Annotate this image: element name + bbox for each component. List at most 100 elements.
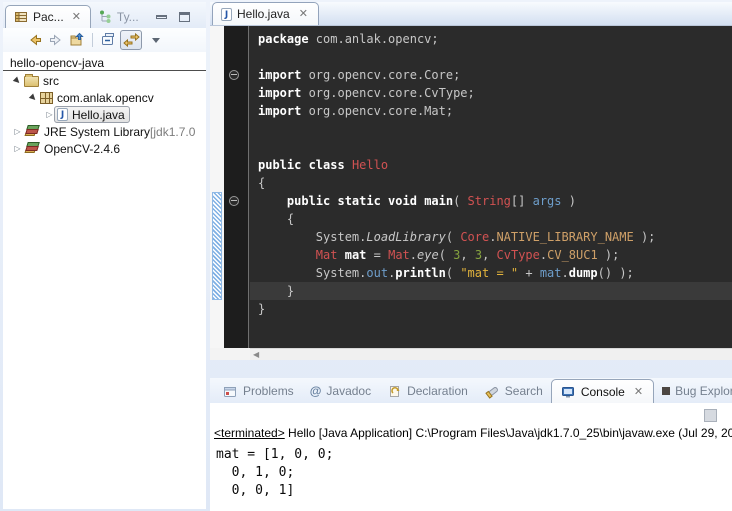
- link-with-editor-button[interactable]: [120, 30, 142, 50]
- java-file-icon: [221, 8, 232, 21]
- selected-item-highlight: Hello.java: [54, 106, 130, 123]
- code-token: 3: [475, 248, 482, 262]
- code-token: }: [258, 302, 265, 316]
- code-token: CV_8UC1: [547, 248, 598, 262]
- scrollbar-corner: [210, 348, 250, 360]
- code-token: ,: [482, 248, 496, 262]
- tab-type-hierarchy[interactable]: Ty...: [91, 5, 146, 28]
- tab-package-explorer[interactable]: Pac... ✕: [5, 5, 91, 28]
- tab-console[interactable]: Console✕: [551, 379, 654, 403]
- code-token: ): [562, 194, 576, 208]
- code-token: Mat: [316, 248, 338, 262]
- code-text[interactable]: package com.anlak.opencv; import org.open…: [250, 26, 732, 348]
- code-line[interactable]: [258, 120, 732, 138]
- tree-item-label: com.anlak.opencv: [57, 91, 154, 105]
- tab-bug-explorer[interactable]: Bug Explorer: [654, 379, 732, 403]
- tab-label: Bug Explorer: [675, 384, 732, 398]
- back-button[interactable]: [26, 31, 44, 49]
- code-token: main: [424, 194, 453, 208]
- code-line[interactable]: import org.opencv.core.CvType;: [258, 84, 732, 102]
- code-token: (: [453, 194, 467, 208]
- code-token: [258, 194, 287, 208]
- code-line[interactable]: Mat mat = Mat.eye( 3, 3, CvType.CV_8UC1 …: [258, 246, 732, 264]
- tree-item-com-anlak-opencv[interactable]: ▶com.anlak.opencv: [3, 89, 206, 106]
- code-token: "mat = ": [460, 266, 518, 280]
- code-line[interactable]: [258, 138, 732, 156]
- code-token: com.anlak.opencv;: [309, 32, 439, 46]
- editor-area: Hello.java ✕ package com.anlak.opencv; im…: [210, 2, 732, 360]
- console-header: <terminated> Hello [Java Application] C:…: [214, 426, 732, 440]
- code-editor[interactable]: package com.anlak.opencv; import org.open…: [210, 26, 732, 348]
- code-token: public class: [258, 158, 345, 172]
- code-token: (): [598, 266, 612, 280]
- code-token: .: [562, 266, 569, 280]
- code-token: Hello: [352, 158, 388, 172]
- console-output-line: 0, 0, 1]: [216, 482, 333, 500]
- fold-collapse-icon[interactable]: [229, 70, 239, 80]
- code-line-current[interactable]: }: [250, 282, 732, 300]
- tree-item-hello-java[interactable]: ▷Hello.java: [3, 106, 206, 123]
- explorer-toolbar: [3, 28, 206, 52]
- view-menu-button[interactable]: [145, 31, 163, 49]
- code-token: out: [366, 266, 388, 280]
- bottom-tabbar: Problems@JavadocDeclaration Search Console…: [210, 378, 732, 403]
- code-token: public static void: [287, 194, 417, 208]
- code-line[interactable]: [258, 48, 732, 66]
- code-line[interactable]: public static void main( String[] args ): [258, 192, 732, 210]
- collapsed-arrow-icon[interactable]: ▷: [11, 123, 24, 140]
- minimize-icon[interactable]: [156, 15, 167, 19]
- code-token: CvType: [497, 248, 540, 262]
- code-token: String: [468, 194, 511, 208]
- close-icon[interactable]: ✕: [70, 11, 83, 23]
- collapse-all-button[interactable]: [99, 31, 117, 49]
- editor-tab-hello-java[interactable]: Hello.java ✕: [212, 2, 319, 25]
- code-token: NATIVE_LIBRARY_NAME: [496, 230, 633, 244]
- code-token: (: [446, 266, 460, 280]
- back-icon: [27, 32, 43, 48]
- code-line[interactable]: import org.opencv.core.Core;: [258, 66, 732, 84]
- tab-search[interactable]: Search: [476, 379, 551, 403]
- tab-javadoc[interactable]: @Javadoc: [302, 379, 379, 403]
- code-token: mat: [540, 266, 562, 280]
- console-output-line: mat = [1, 0, 0;: [216, 446, 333, 464]
- code-line[interactable]: {: [258, 210, 732, 228]
- code-token: System.: [258, 230, 366, 244]
- editor-tab-label: Hello.java: [237, 7, 290, 21]
- tree-item-jre-system-library[interactable]: ▷JRE System Library [jdk1.7.0: [3, 123, 206, 140]
- collapsed-arrow-icon[interactable]: ▷: [11, 140, 24, 157]
- terminate-button[interactable]: [704, 409, 717, 422]
- fold-collapse-icon[interactable]: [229, 196, 239, 206]
- code-token: org.opencv.core.CvType;: [301, 86, 474, 100]
- explorer-tabbar: Pac... ✕ Ty...: [3, 2, 206, 28]
- tab-label: Search: [505, 384, 543, 398]
- up-button[interactable]: [68, 31, 86, 49]
- code-line[interactable]: public class Hello: [258, 156, 732, 174]
- tab-problems[interactable]: Problems: [214, 379, 302, 403]
- code-token: Core: [460, 230, 489, 244]
- package-icon: [40, 92, 53, 104]
- tree-item-hello-opencv-java[interactable]: hello-opencv-java: [3, 55, 206, 71]
- code-token: .: [410, 248, 417, 262]
- code-line[interactable]: System.LoadLibrary( Core.NATIVE_LIBRARY_…: [258, 228, 732, 246]
- code-token: import: [258, 68, 301, 82]
- code-line[interactable]: {: [258, 174, 732, 192]
- console-content[interactable]: <terminated> Hello [Java Application] C:…: [210, 403, 732, 511]
- tree-item-opencv-2-4-6[interactable]: ▷OpenCV-2.4.6: [3, 140, 206, 157]
- code-line[interactable]: System.out.println( "mat = " + mat.dump(…: [258, 264, 732, 282]
- code-line[interactable]: import org.opencv.core.Mat;: [258, 102, 732, 120]
- javadoc-icon: @: [310, 385, 322, 397]
- type-hierarchy-icon: [98, 9, 113, 24]
- java-file-icon: [57, 108, 68, 121]
- forward-button[interactable]: [47, 31, 65, 49]
- code-line[interactable]: }: [258, 300, 732, 318]
- scroll-left-icon[interactable]: ◀: [250, 350, 259, 359]
- close-icon[interactable]: ✕: [632, 386, 645, 398]
- close-icon[interactable]: ✕: [297, 8, 310, 20]
- console-output-line: 0, 1, 0;: [216, 464, 333, 482]
- up-icon: [69, 32, 85, 48]
- maximize-icon[interactable]: [179, 12, 190, 22]
- tab-declaration[interactable]: Declaration: [379, 379, 476, 403]
- code-line[interactable]: package com.anlak.opencv;: [258, 30, 732, 48]
- horizontal-scrollbar[interactable]: ◀: [250, 348, 732, 360]
- tree-item-src[interactable]: ▶src: [3, 72, 206, 89]
